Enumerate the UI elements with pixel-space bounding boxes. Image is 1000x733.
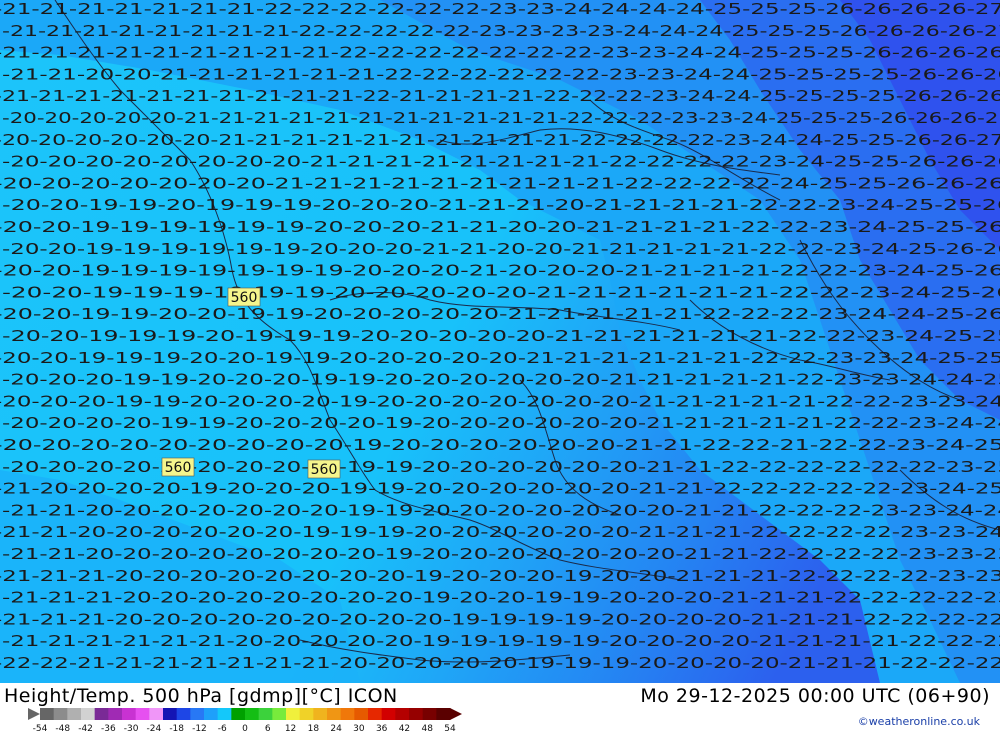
scale-swatch [286, 708, 301, 720]
temp-label-row: -20-20-19-19-19-19-19-19-20-20-20-21-21-… [2, 240, 1000, 258]
contour-label-560: 560 [227, 287, 261, 307]
scale-swatch [381, 708, 396, 720]
scale-tick-label: -30 [124, 724, 139, 733]
temp-label-row: -20-20-19-19-19-19-19-19-20-20-20-20-20-… [2, 283, 1000, 301]
temp-label-row: -20-20-20-20-20-20-20-20-20-19-19-20-20-… [2, 458, 1000, 476]
scale-swatch [190, 708, 205, 720]
scale-swatch [327, 708, 342, 720]
scale-swatch [231, 708, 246, 720]
forecast-map: -21-21-21-21-21-21-21-22-22-22-22-22-22-… [0, 0, 1000, 683]
temp-label-row: -20-20-19-19-20-19-19-19-20-20-20-21-21-… [2, 196, 1000, 214]
scale-swatch [340, 708, 355, 720]
svg-text:560: 560 [165, 460, 192, 476]
scale-tick-label: 42 [399, 724, 410, 733]
scale-swatch [94, 708, 109, 720]
temp-label-row: -20-20-20-20-20-20-20-20-21-21-21-21-21-… [2, 153, 1000, 171]
scale-swatch [108, 708, 123, 720]
scale-tick-label: 36 [376, 724, 388, 733]
scale-swatch [217, 708, 232, 720]
temp-label-row: -20-20-20-20-20-20-20-20-20-19-20-20-20-… [0, 436, 1000, 454]
temp-label-row: -21-21-21-21-21-21-20-20-20-20-20-19-19-… [2, 632, 1000, 650]
scale-arrow-left [28, 708, 40, 720]
temp-label-row: -21-21-21-21-21-21-21-22-22-22-22-22-22-… [0, 0, 1000, 18]
scale-tick-label: 6 [265, 724, 271, 733]
scale-swatch [81, 708, 96, 720]
scale-swatch [299, 708, 314, 720]
credit-link[interactable]: ©weatheronline.co.uk [858, 715, 980, 728]
scale-swatch [245, 708, 260, 720]
temp-label-row: -20-20-20-19-19-20-20-20-20-19-20-20-20-… [0, 392, 1000, 410]
temp-label-row: -20-20-20-19-19-20-20-20-19-19-20-20-20-… [2, 371, 1000, 389]
temp-label-row: -20-20-19-19-19-20-19-19-19-20-20-20-20-… [2, 327, 1000, 345]
scale-swatch [368, 708, 383, 720]
contour-label-560: 560 [161, 457, 195, 477]
scale-swatch [122, 708, 137, 720]
scale-swatch [67, 708, 82, 720]
temp-label-row: -21-21-21-21-21-21-21-21-21-22-22-22-22-… [0, 44, 1000, 62]
scale-swatch [53, 708, 68, 720]
temp-label-row: -20-20-19-19-20-20-19-19-20-20-20-20-20-… [0, 305, 1000, 323]
map-canvas: -21-21-21-21-21-21-21-22-22-22-22-22-22-… [0, 0, 1000, 683]
temp-label-row: -21-21-21-21-21-21-21-21-21-21-22-21-21-… [0, 87, 1000, 105]
svg-text:560: 560 [231, 290, 258, 306]
temp-label-row: -20-20-19-19-19-19-19-19-19-20-20-20-21-… [0, 262, 1000, 280]
temp-label-row: -21-21-20-20-20-20-20-20-20-20-19-20-20-… [2, 545, 1000, 563]
scale-swatch [422, 708, 437, 720]
temp-label-row: -21-21-20-20-21-21-21-21-21-21-22-22-22-… [2, 65, 1000, 83]
scale-tick-label: -6 [218, 724, 227, 733]
scale-swatch [163, 708, 178, 720]
scale-arrow-right [450, 708, 462, 720]
temp-label-row: -21-21-21-20-20-20-20-20-20-20-20-20-19-… [0, 610, 1000, 628]
scale-tick-label: -54 [33, 724, 48, 733]
scale-swatch [436, 708, 451, 720]
temp-label-row: -20-20-20-20-20-20-20-21-21-21-21-21-21-… [0, 174, 1000, 192]
temp-label-row: -21-21-20-20-20-20-20-20-20-19-19-20-20-… [2, 501, 1000, 519]
scale-swatch [409, 708, 424, 720]
scale-tick-label: -42 [78, 724, 93, 733]
temp-label-row: -20-20-20-20-20-20-21-21-21-21-21-21-21-… [0, 131, 1000, 149]
scale-swatch [272, 708, 287, 720]
temp-label-row: -20-20-20-20-19-19-20-20-20-20-19-20-20-… [2, 414, 1000, 432]
scale-swatch [258, 708, 273, 720]
temp-label-row: -20-20-19-19-19-19-19-19-20-20-20-21-21-… [0, 218, 1000, 236]
scale-tick-label: -18 [169, 724, 184, 733]
scale-tick-label: 30 [353, 724, 365, 733]
scale-tick-label: -36 [101, 724, 116, 733]
scale-tick-label: -24 [147, 724, 162, 733]
temp-label-row: -20-20-19-19-19-20-20-19-19-20-20-20-20-… [0, 349, 1000, 367]
scale-tick-label: -12 [192, 724, 207, 733]
scale-tick-label: 18 [308, 724, 320, 733]
scale-swatch [204, 708, 219, 720]
scale-tick-label: 24 [330, 724, 342, 733]
scale-tick-label: 0 [242, 724, 248, 733]
map-footer: Height/Temp. 500 hPa [gdmp][°C] ICON Mo … [0, 683, 1000, 733]
temp-label-row: -21-21-20-20-20-20-20-20-19-19-19-20-20-… [0, 523, 1000, 541]
temp-label-row: -20-20-20-20-20-21-21-21-21-21-21-21-21-… [2, 109, 1000, 127]
scale-swatch [313, 708, 328, 720]
temp-label-row: -21-21-21-20-20-20-20-20-20-20-20-19-20-… [2, 589, 1000, 607]
temp-label-row: -21-20-20-20-20-19-20-20-20-19-19-20-20-… [0, 480, 1000, 498]
scale-tick-label: 54 [444, 724, 456, 733]
scale-swatch [135, 708, 150, 720]
contour-label-560: 560 [307, 459, 341, 479]
temp-label-row: -21-21-21-20-20-20-20-20-20-20-20-19-20-… [0, 567, 1000, 585]
chart-title: Height/Temp. 500 hPa [gdmp][°C] ICON [4, 685, 398, 707]
temp-label-row: -21-21-21-21-21-21-21-21-22-22-22-22-22-… [2, 22, 1000, 40]
forecast-time: Mo 29-12-2025 00:00 UTC (06+90) [640, 685, 990, 707]
scale-tick-label: 12 [285, 724, 296, 733]
scale-swatch [40, 708, 55, 720]
temperature-labels: -21-21-21-21-21-21-21-22-22-22-22-22-22-… [0, 0, 1000, 672]
color-scale-legend: -54 -48 -42 -36 -30 -24 -18 -12 -6 0 6 12 18 24 30 36 42… [28, 708, 462, 733]
svg-text:560: 560 [311, 462, 338, 478]
scale-tick-label: 48 [421, 724, 433, 733]
scale-swatch [176, 708, 191, 720]
scale-swatch [354, 708, 369, 720]
scale-tick-label: -48 [55, 724, 70, 733]
scale-swatch [395, 708, 410, 720]
temp-label-row: -22-22-21-21-21-21-21-21-21-20-20-20-20-… [0, 654, 1000, 672]
scale-swatch [149, 708, 164, 720]
